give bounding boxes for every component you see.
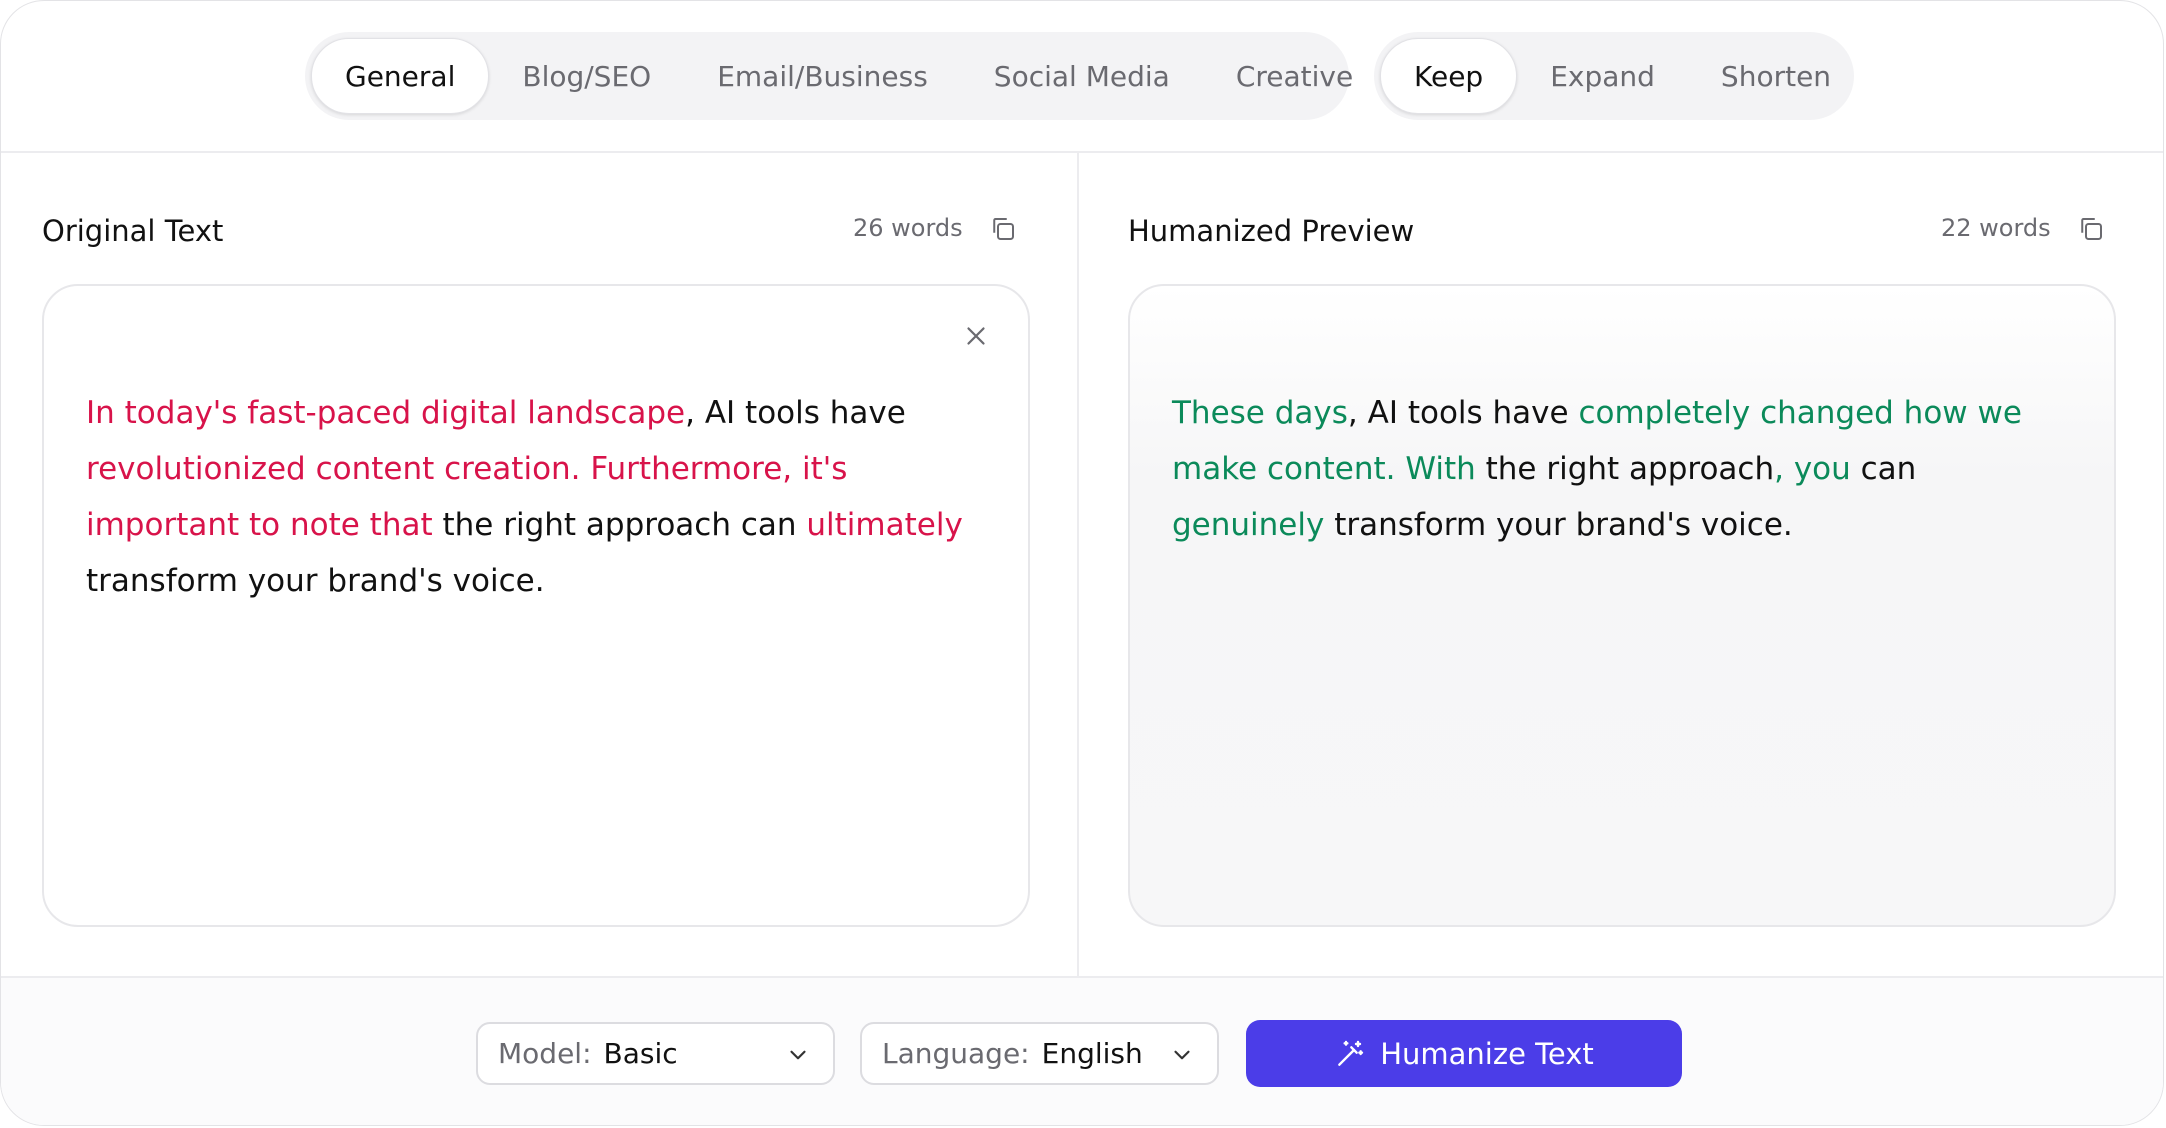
- humanize-button-label: Humanize Text: [1380, 1036, 1594, 1071]
- humanized-text-content: These days, AI tools have completely cha…: [1172, 385, 2072, 553]
- top-toolbar: General Blog/SEO Email/Business Social M…: [1, 1, 2163, 153]
- length-tab-group: Keep Expand Shorten: [1374, 32, 1854, 120]
- tab-general[interactable]: General: [311, 38, 490, 114]
- original-word-count: 26 words: [853, 214, 963, 242]
- humanizer-app: General Blog/SEO Email/Business Social M…: [0, 0, 2164, 1126]
- language-select-label: Language:: [882, 1037, 1030, 1070]
- tab-keep[interactable]: Keep: [1380, 38, 1518, 114]
- tab-social-media[interactable]: Social Media: [961, 38, 1203, 114]
- language-select[interactable]: Language: English: [860, 1022, 1219, 1085]
- text-segment-removed: In today's fast-paced digital landscape: [86, 395, 686, 431]
- copy-icon[interactable]: [988, 214, 1018, 244]
- text-segment-kept: , AI tools have: [1347, 395, 1579, 431]
- humanized-panel-title: Humanized Preview: [1128, 214, 1415, 248]
- text-segment-kept: the right approach can: [432, 507, 807, 543]
- text-segment-kept: transform your brand's voice.: [1324, 507, 1793, 543]
- humanized-panel-header: Humanized Preview: [1128, 206, 1414, 256]
- humanized-word-count: 22 words: [1941, 214, 2051, 242]
- chevron-down-icon: [790, 1050, 806, 1060]
- close-icon[interactable]: [961, 321, 991, 351]
- tab-email-business[interactable]: Email/Business: [684, 38, 961, 114]
- text-segment-kept: the right approach: [1475, 451, 1775, 487]
- text-segment-added: These days: [1172, 395, 1348, 431]
- style-tab-group: General Blog/SEO Email/Business Social M…: [305, 32, 1353, 120]
- panel-divider: [1077, 153, 1079, 976]
- text-segment-kept: transform your brand's voice.: [86, 563, 545, 599]
- humanize-text-button[interactable]: Humanize Text: [1246, 1020, 1682, 1087]
- original-panel-title: Original Text: [42, 214, 224, 248]
- text-segment-removed: ultimately: [806, 507, 963, 543]
- tab-shorten[interactable]: Shorten: [1688, 38, 1864, 114]
- text-segment-kept: can: [1850, 451, 1917, 487]
- model-select-value: Basic: [603, 1037, 678, 1070]
- original-text-content: In today's fast-paced digital landscape,…: [86, 385, 986, 609]
- original-panel-header: Original Text: [42, 206, 223, 256]
- tab-blog-seo[interactable]: Blog/SEO: [489, 38, 684, 114]
- tab-expand[interactable]: Expand: [1517, 38, 1688, 114]
- text-segment-added: genuinely: [1172, 507, 1325, 543]
- magic-wand-icon: [1338, 1040, 1364, 1066]
- humanized-preview-area: [1128, 284, 2116, 927]
- language-select-value: English: [1041, 1037, 1143, 1070]
- text-segment-kept: , AI tools have: [685, 395, 906, 431]
- tab-creative[interactable]: Creative: [1203, 38, 1386, 114]
- copy-icon[interactable]: [2076, 214, 2106, 244]
- chevron-down-icon: [1174, 1050, 1190, 1060]
- model-select[interactable]: Model: Basic: [476, 1022, 835, 1085]
- text-segment-added: , you: [1774, 451, 1851, 487]
- model-select-label: Model:: [498, 1037, 592, 1070]
